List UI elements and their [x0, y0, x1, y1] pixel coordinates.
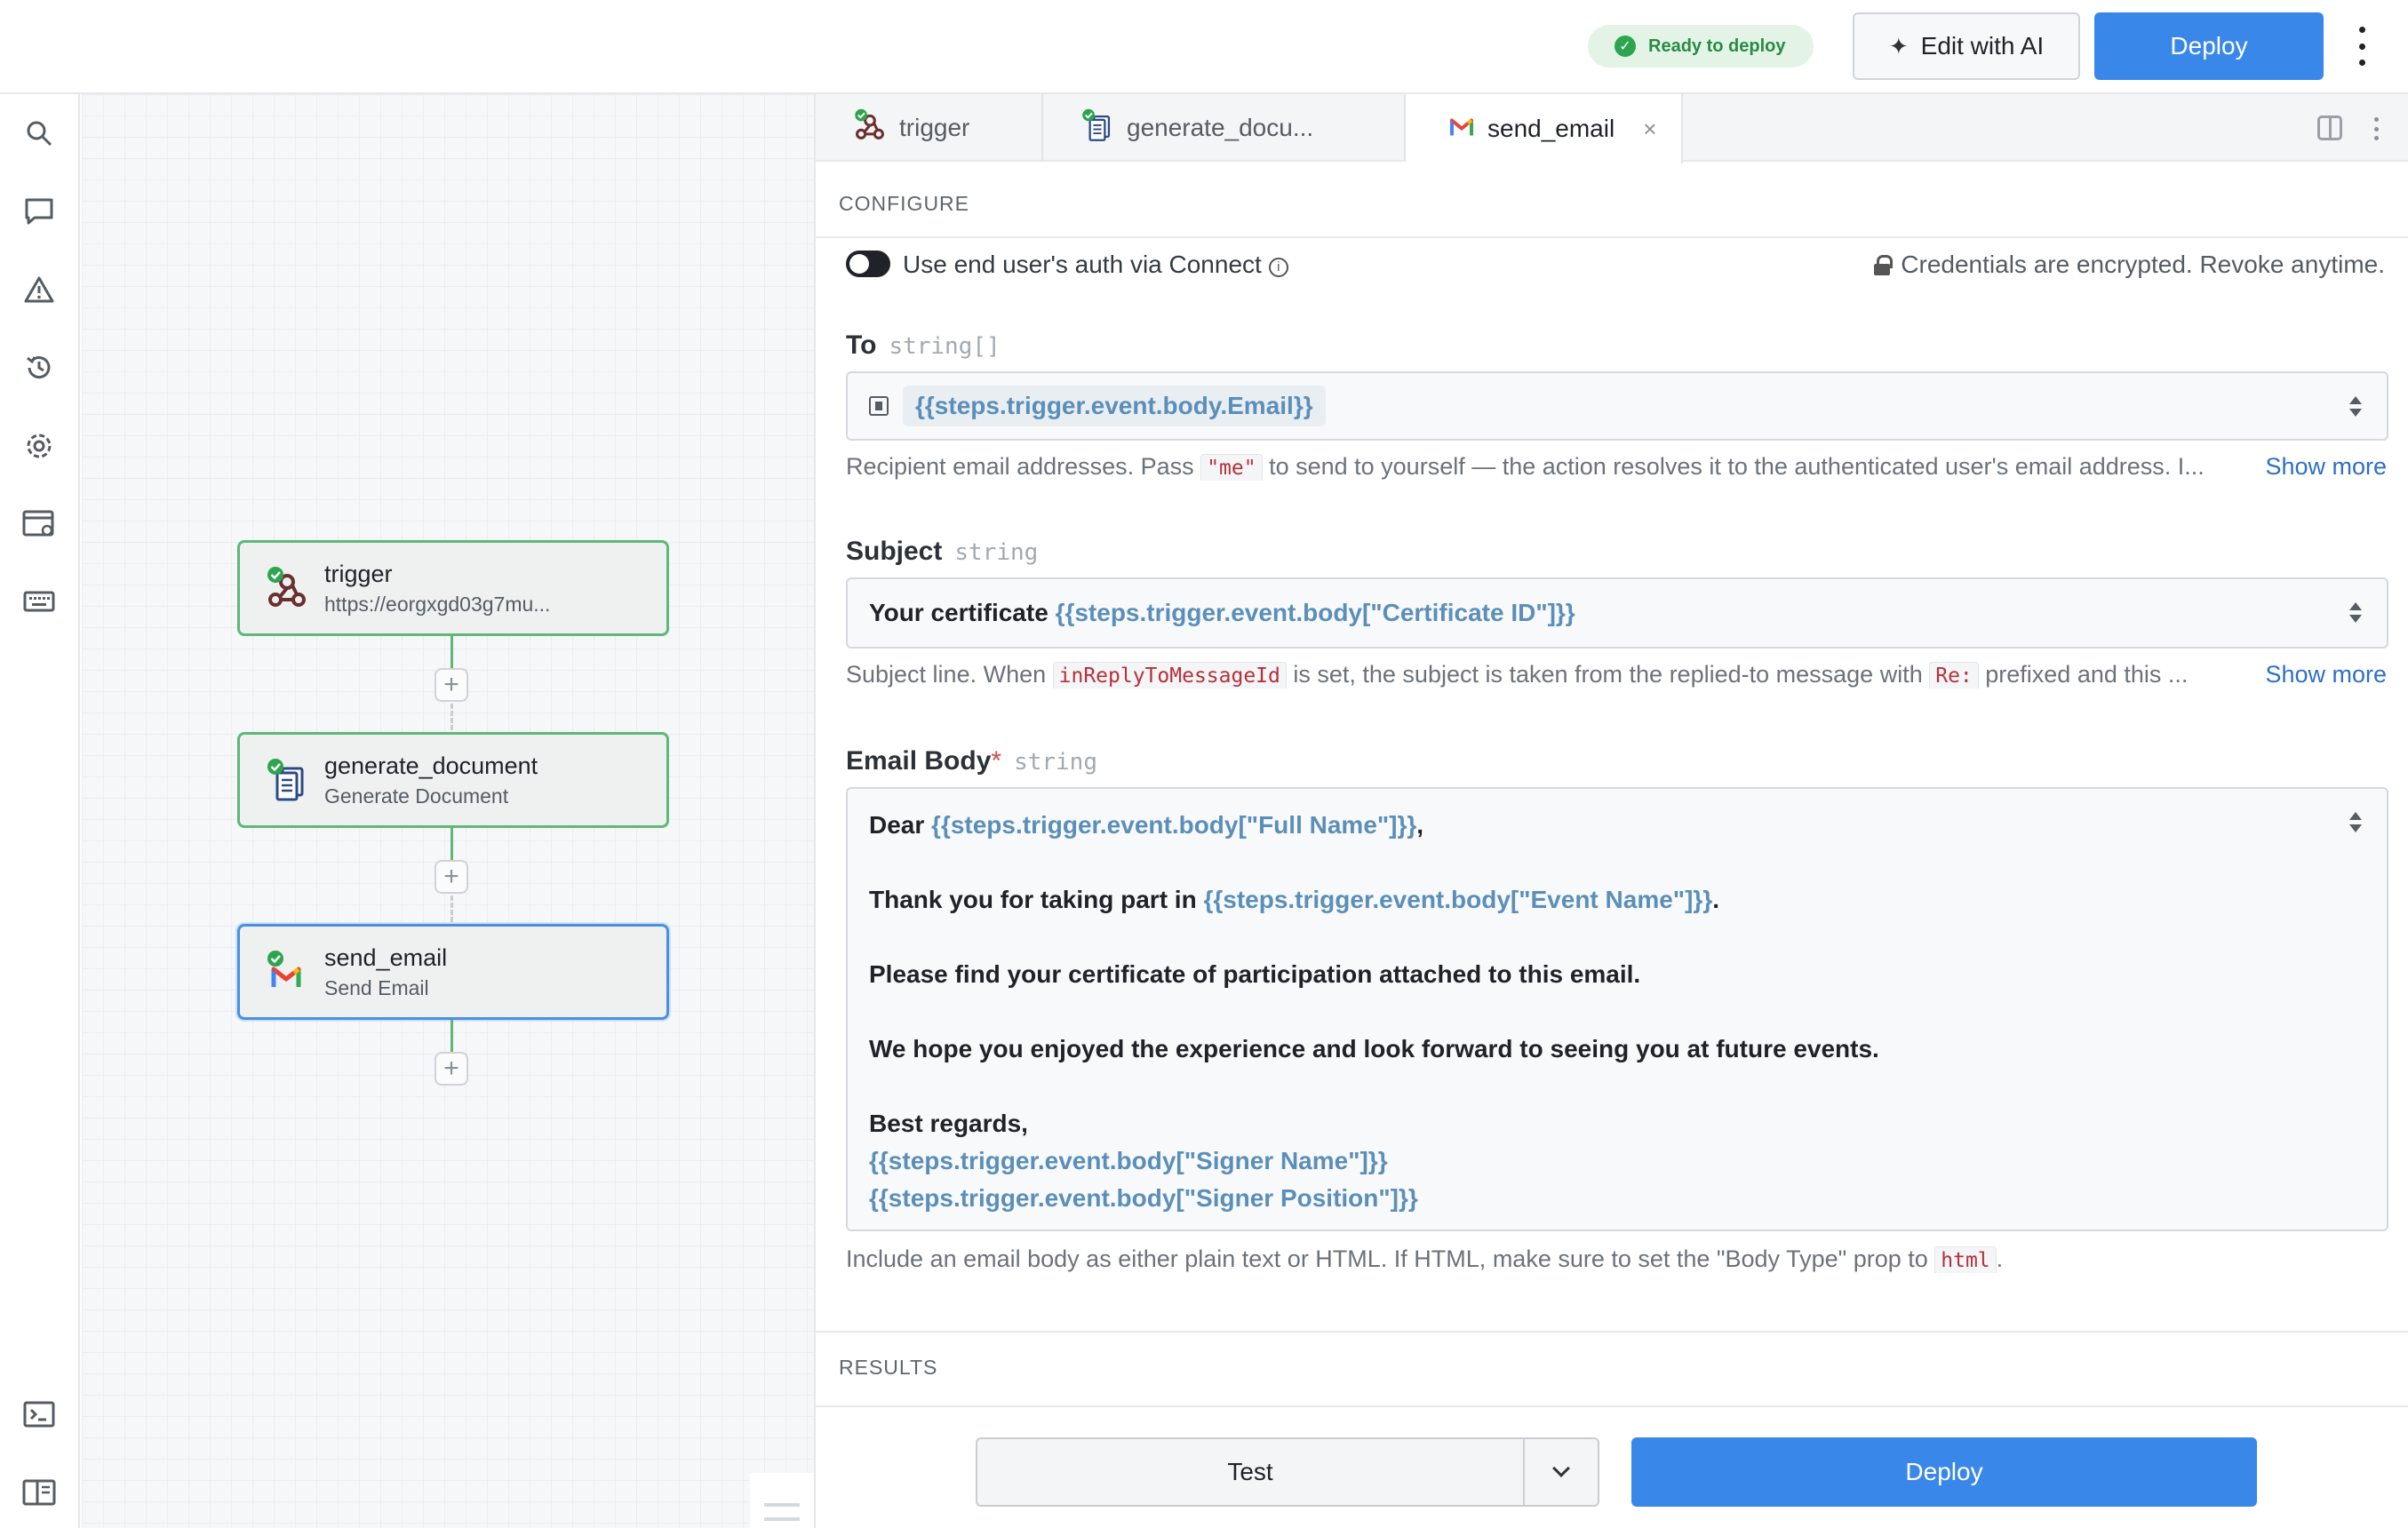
- divider: [816, 1331, 2408, 1333]
- subject-help-text: Subject line. When inReplyToMessageId is…: [846, 661, 2388, 688]
- action-bar: Test Deploy: [816, 1405, 2408, 1528]
- email-body-field[interactable]: Dear {{steps.trigger.event.body["Full Na…: [846, 787, 2388, 1231]
- gmail-icon: [1448, 115, 1475, 144]
- connector-line: [451, 1020, 453, 1055]
- workflow-canvas[interactable]: trigger https://eorgxgd03g7mu... + gener…: [82, 94, 814, 1528]
- updown-icon[interactable]: [2348, 396, 2364, 419]
- close-tab-icon[interactable]: ×: [1643, 115, 1656, 143]
- node-title: generate_document: [324, 752, 538, 779]
- workflow-node-trigger[interactable]: trigger https://eorgxgd03g7mu...: [237, 540, 669, 636]
- gmail-icon: [267, 950, 307, 994]
- node-title: send_email: [324, 944, 448, 971]
- document-icon: [267, 758, 307, 802]
- tab-trigger[interactable]: trigger: [816, 94, 1043, 162]
- deploy-status-badge: ✓ Ready to deploy: [1588, 25, 1814, 68]
- document-icon: [1080, 108, 1114, 148]
- test-options-dropdown[interactable]: [1523, 1437, 1599, 1507]
- tab-label: send_email: [1487, 115, 1615, 142]
- to-help-text: Recipient email addresses. Pass "me" to …: [846, 453, 2388, 481]
- settings-icon[interactable]: [21, 428, 57, 464]
- body-line: Dear {{steps.trigger.event.body["Full Na…: [869, 811, 1424, 839]
- step-config-panel: trigger generate_docu... send_email × CO…: [814, 94, 2408, 1528]
- subject-field-label: Subject string: [846, 537, 1039, 566]
- updown-icon[interactable]: [2348, 812, 2364, 835]
- email-body-help-text: Include an email body as either plain te…: [846, 1245, 2388, 1273]
- info-icon[interactable]: i: [1268, 258, 1288, 277]
- resize-handle[interactable]: [750, 1473, 814, 1528]
- add-step-button[interactable]: +: [435, 860, 468, 894]
- connect-auth-label: Use end user's auth via Connect i: [903, 251, 1288, 279]
- node-subtitle: Generate Document: [324, 784, 509, 808]
- body-line: {{steps.trigger.event.body["Signer Posit…: [869, 1184, 1418, 1212]
- expression-mode-icon[interactable]: [869, 396, 889, 416]
- subject-value: Your certificate {{steps.trigger.event.b…: [869, 599, 1575, 626]
- tab-generate-document[interactable]: generate_docu...: [1043, 94, 1406, 162]
- credentials-note: Credentials are encrypted. Revoke anytim…: [1874, 251, 2385, 279]
- tab-label: trigger: [899, 114, 970, 141]
- to-field[interactable]: {{steps.trigger.event.body.Email}}: [846, 371, 2388, 441]
- tab-menu-icon[interactable]: [2372, 117, 2380, 140]
- left-rail: [0, 94, 80, 1528]
- add-step-button[interactable]: +: [435, 1052, 468, 1086]
- workflow-node-send-email[interactable]: send_email Send Email: [237, 924, 669, 1020]
- deploy-button[interactable]: Deploy: [2094, 12, 2324, 80]
- check-icon: ✓: [1615, 36, 1636, 57]
- add-step-button[interactable]: +: [435, 668, 468, 702]
- deploy-step-button[interactable]: Deploy: [1631, 1437, 2257, 1507]
- keyboard-icon[interactable]: [21, 585, 57, 620]
- subject-field[interactable]: Your certificate {{steps.trigger.event.b…: [846, 577, 2388, 649]
- connector-line: [451, 828, 453, 863]
- updown-icon[interactable]: [2348, 602, 2364, 625]
- top-bar: ✓ Ready to deploy ✦ Edit with AI Deploy: [0, 0, 2408, 94]
- app-settings-icon[interactable]: [21, 506, 57, 542]
- tab-label: generate_docu...: [1127, 114, 1314, 141]
- node-subtitle: https://eorgxgd03g7mu...: [324, 593, 551, 616]
- webhook-icon: [853, 108, 887, 148]
- body-line: Thank you for taking part in {{steps.tri…: [869, 886, 1719, 913]
- divider: [816, 236, 2408, 238]
- lock-icon: [1874, 255, 1894, 275]
- connect-auth-toggle[interactable]: [846, 251, 890, 277]
- body-line: We hope you enjoyed the experience and l…: [869, 1035, 1879, 1062]
- body-line: Best regards,: [869, 1110, 1028, 1137]
- panel-toggle-icon[interactable]: [21, 1475, 57, 1510]
- node-subtitle: Send Email: [324, 976, 429, 999]
- history-icon[interactable]: [21, 350, 57, 386]
- body-line: Please find your certificate of particip…: [869, 960, 1641, 988]
- step-tabs: trigger generate_docu... send_email ×: [816, 94, 2408, 163]
- workflow-node-generate-document[interactable]: generate_document Generate Document: [237, 732, 669, 828]
- node-title: trigger: [324, 561, 393, 587]
- terminal-icon[interactable]: [21, 1397, 57, 1432]
- email-body-content: Dear {{steps.trigger.event.body["Full Na…: [869, 807, 2333, 1217]
- configure-section-title: CONFIGURE: [839, 192, 969, 215]
- subject-show-more-link[interactable]: Show more: [2258, 661, 2387, 688]
- search-icon[interactable]: [21, 115, 57, 151]
- sparkle-icon: ✦: [1888, 32, 1909, 60]
- to-value-pill: {{steps.trigger.event.body.Email}}: [903, 386, 1326, 426]
- edit-with-ai-button[interactable]: ✦ Edit with AI: [1853, 12, 2080, 80]
- to-show-more-link[interactable]: Show more: [2258, 453, 2387, 481]
- body-line: {{steps.trigger.event.body["Signer Name"…: [869, 1147, 1388, 1174]
- email-body-field-label: Email Body* string: [846, 746, 1097, 776]
- webhook-icon: [267, 566, 307, 610]
- test-button[interactable]: Test: [976, 1437, 1525, 1507]
- tab-send-email[interactable]: send_email ×: [1406, 94, 1683, 163]
- warning-icon[interactable]: [21, 272, 57, 307]
- more-menu-icon[interactable]: [2353, 27, 2371, 66]
- chevron-down-icon: [1552, 1460, 1570, 1477]
- to-field-label: To string[]: [846, 330, 1001, 360]
- connector-line: [451, 704, 453, 730]
- results-section-title: RESULTS: [839, 1356, 938, 1379]
- comment-icon[interactable]: [21, 194, 57, 229]
- deploy-status-text: Ready to deploy: [1648, 36, 1786, 56]
- edit-with-ai-label: Edit with AI: [1920, 32, 2045, 60]
- split-view-icon[interactable]: [2317, 115, 2342, 140]
- connector-line: [451, 895, 453, 922]
